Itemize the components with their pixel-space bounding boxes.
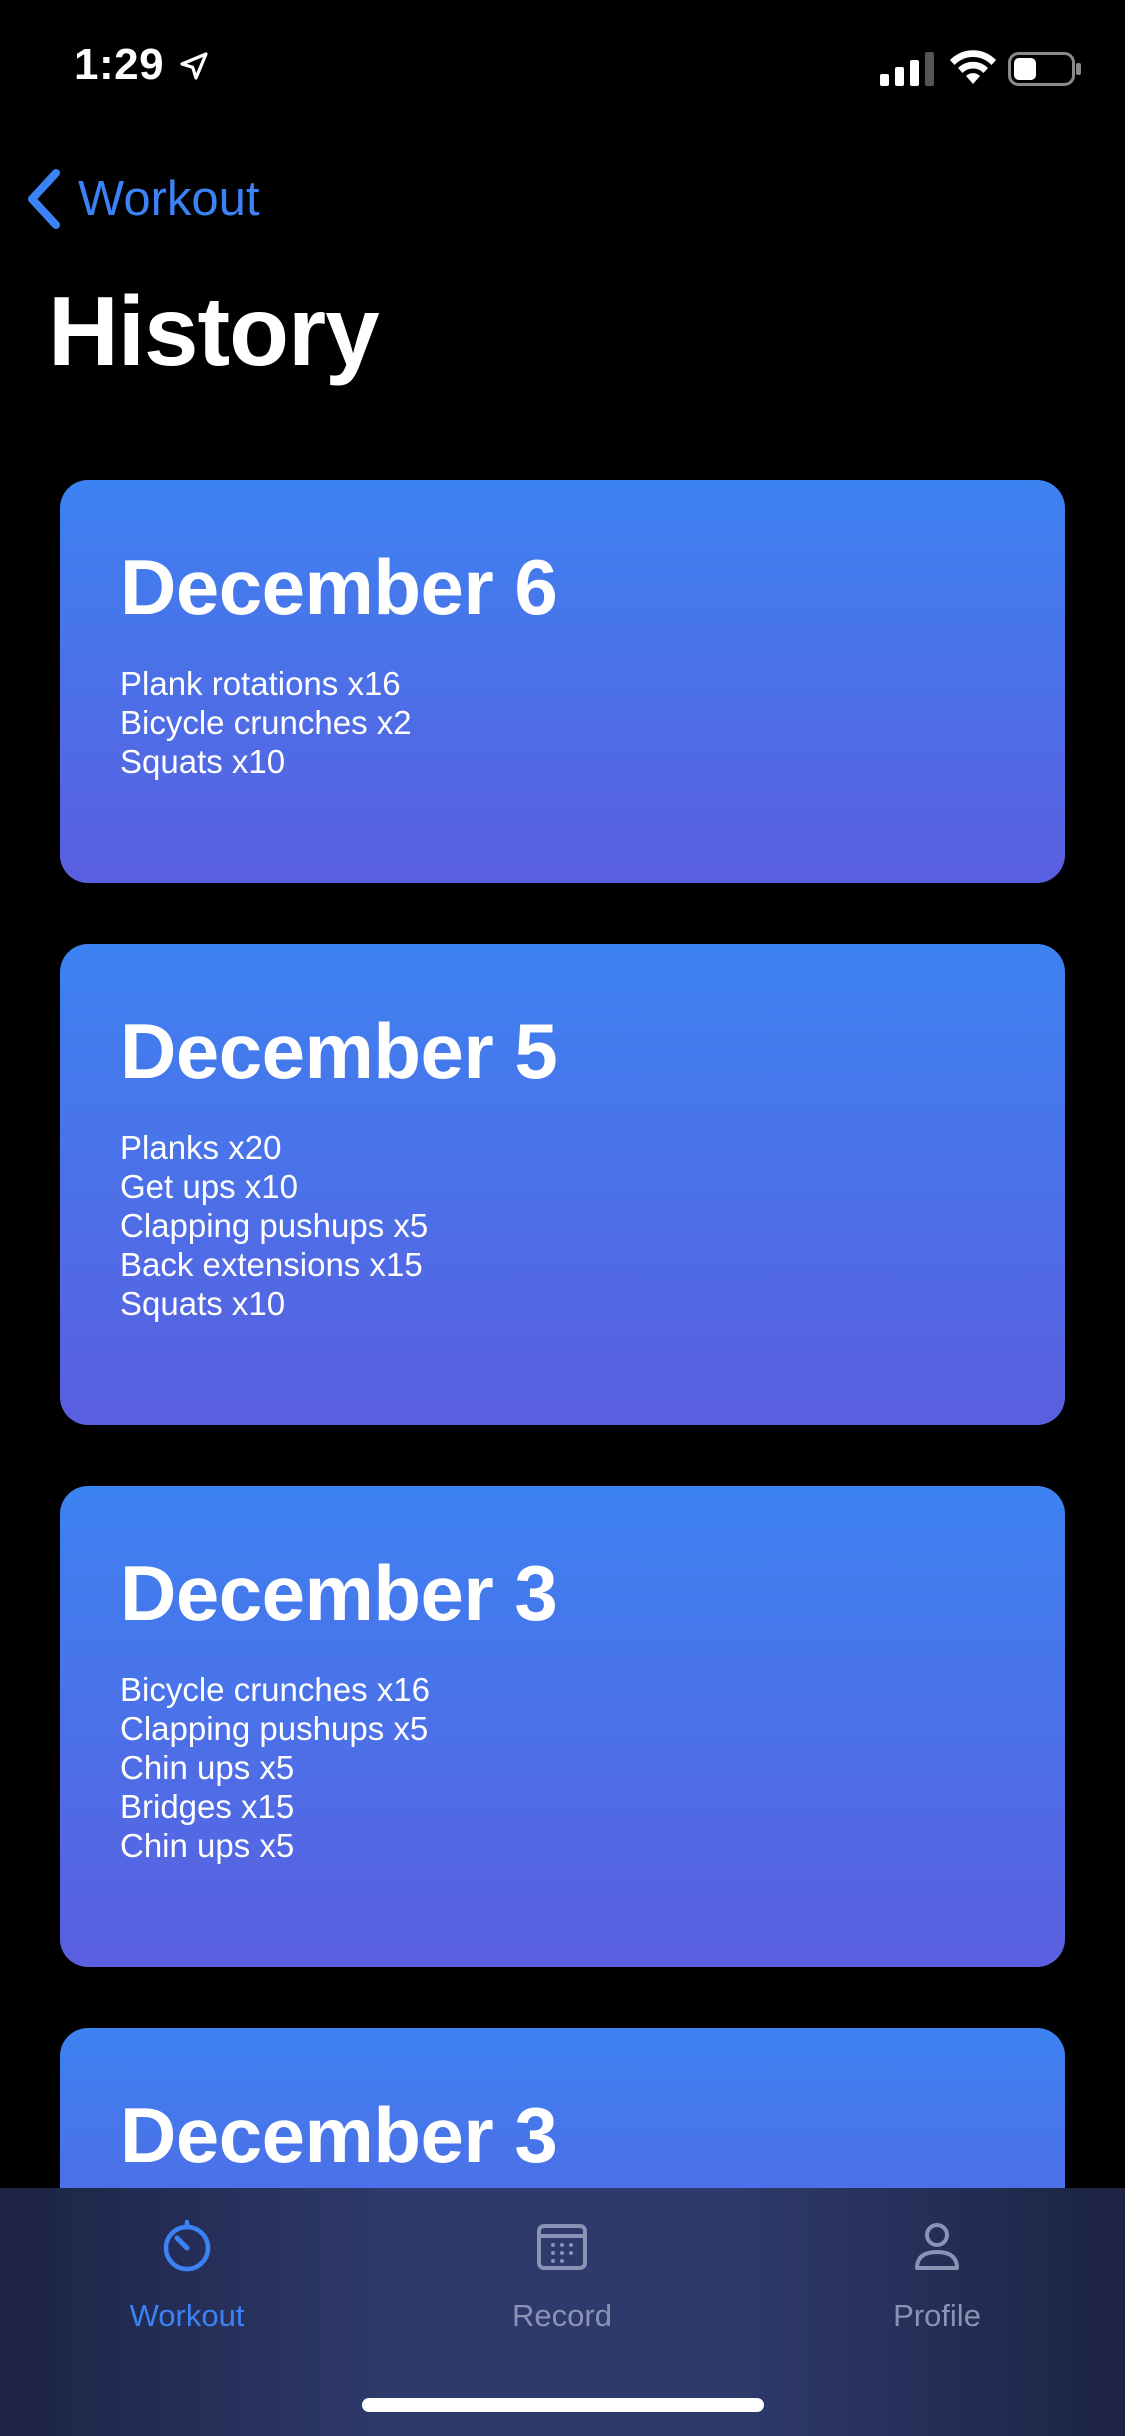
card-date: December 3 [120,1549,558,1637]
exercise-list: Bicycle crunches x16 Clapping pushups x5… [120,1670,1005,1865]
back-button[interactable]: Workout [24,164,260,234]
back-button-label: Workout [78,172,260,226]
exercise-item: Squats x10 [120,743,286,780]
tab-record-label: Record [512,2298,612,2333]
exercise-item: Clapping pushups x5 [120,1207,429,1244]
chevron-left-icon [28,169,60,229]
card-date: December 6 [120,543,558,631]
card-date: December 3 [120,2091,558,2179]
exercise-item: Get ups x10 [120,1168,298,1205]
wifi-icon [950,50,996,84]
exercise-item: Squats x10 [120,1285,286,1322]
battery-icon [1008,52,1081,86]
person-icon [915,2223,959,2270]
stopwatch-icon [163,2219,211,2272]
tab-profile[interactable]: Profile [817,2218,1057,2368]
calendar-icon [537,2224,587,2270]
tab-record[interactable]: Record [442,2218,682,2368]
exercise-item: Back extensions x15 [120,1246,423,1283]
exercise-item: Chin ups x5 [120,1749,295,1786]
exercise-item: Plank rotations x16 [120,665,401,702]
history-card[interactable]: December 5 Planks x20 Get ups x10 Clappi… [60,944,1065,1425]
tab-profile-label: Profile [893,2298,981,2333]
exercise-list: Plank rotations x16 Bicycle crunches x2 … [120,664,1005,781]
history-card[interactable]: December 6 Plank rotations x16 Bicycle c… [60,480,1065,883]
tab-bar: Workout Record Profile [0,2188,1125,2436]
location-arrow-icon [180,52,208,80]
status-time: 1:29 [74,40,165,89]
exercise-item: Bicycle crunches x16 [120,1671,430,1708]
cellular-signal-icon [880,52,934,86]
card-date: December 5 [120,1007,558,1095]
exercise-item: Chin ups x5 [120,1827,295,1864]
exercise-item: Planks x20 [120,1129,282,1166]
history-card[interactable]: December 3 Bicycle crunches x16 Clapping… [60,1486,1065,1967]
home-indicator[interactable] [362,2398,764,2412]
tab-workout[interactable]: Workout [67,2218,307,2368]
page-title: History [48,276,380,386]
tab-workout-label: Workout [129,2298,245,2333]
status-bar: 1:29 [0,0,1125,132]
exercise-list: Planks x20 Get ups x10 Clapping pushups … [120,1128,1005,1323]
exercise-item: Clapping pushups x5 [120,1710,429,1747]
exercise-item: Bridges x15 [120,1788,295,1825]
exercise-item: Bicycle crunches x2 [120,704,412,741]
